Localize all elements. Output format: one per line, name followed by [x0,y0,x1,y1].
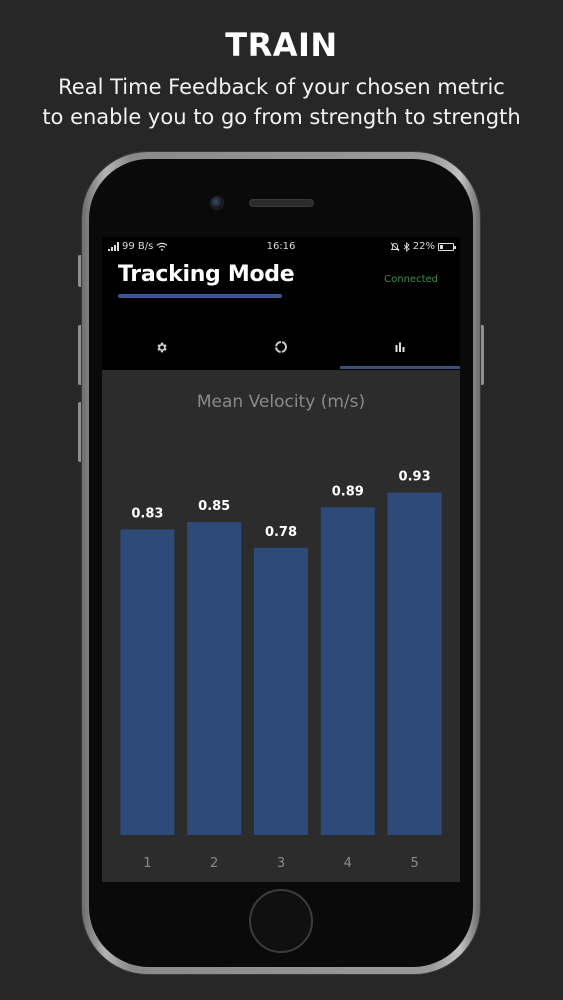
x-tick-label: 5 [410,856,418,871]
x-tick-label: 3 [277,856,285,871]
tab-tracking[interactable] [221,325,340,369]
app-title: Tracking Mode [118,262,295,287]
bar-chart-icon [395,342,405,352]
bluetooth-icon [403,241,410,252]
circle-progress-icon [274,341,287,353]
tab-settings[interactable] [102,325,221,369]
bar-value-label: 0.83 [131,506,163,521]
bar-5 [387,492,442,835]
home-button[interactable] [249,889,313,953]
promo-subtitle-line-2: to enable you to go from strength to str… [42,105,521,129]
x-tick-label: 2 [210,856,218,871]
bar-value-label: 0.89 [332,484,364,499]
connection-status: Connected [384,274,438,285]
bar-value-label: 0.85 [198,499,230,514]
x-tick-label: 4 [344,856,352,871]
status-bar: 99 B/s 16:16 22% [102,237,460,257]
bar-chart: 0.83 1 0.85 2 0.78 3 0.89 4 0.93 5 [120,470,442,871]
tab-chart[interactable] [341,325,460,369]
gear-icon [157,342,167,352]
promo-subtitle-line-1: Real Time Feedback of your chosen metric [58,75,505,99]
bar-value-label: 0.93 [399,470,431,485]
promo-title: TRAIN [225,26,338,64]
battery-percent: 22% [412,241,435,252]
x-tick-label: 1 [143,856,151,871]
bar-2 [187,522,242,835]
earpiece-speaker [249,199,314,207]
title-underline [118,294,282,298]
battery-icon [438,242,456,251]
front-camera [210,196,224,210]
bar-4 [320,507,375,835]
tab-bar [102,325,460,369]
chart-card: Mean Velocity (m/s) 0.83 1 0.85 2 0.78 3 0.89 4… [102,370,460,882]
bar-value-label: 0.78 [265,525,297,540]
bar-1 [120,529,175,835]
active-tab-indicator [340,366,460,369]
phone-screen: 99 B/s 16:16 22% Tracking Mode Connected [102,237,460,882]
muted-bell-icon [390,242,400,251]
bar-3 [254,547,308,835]
